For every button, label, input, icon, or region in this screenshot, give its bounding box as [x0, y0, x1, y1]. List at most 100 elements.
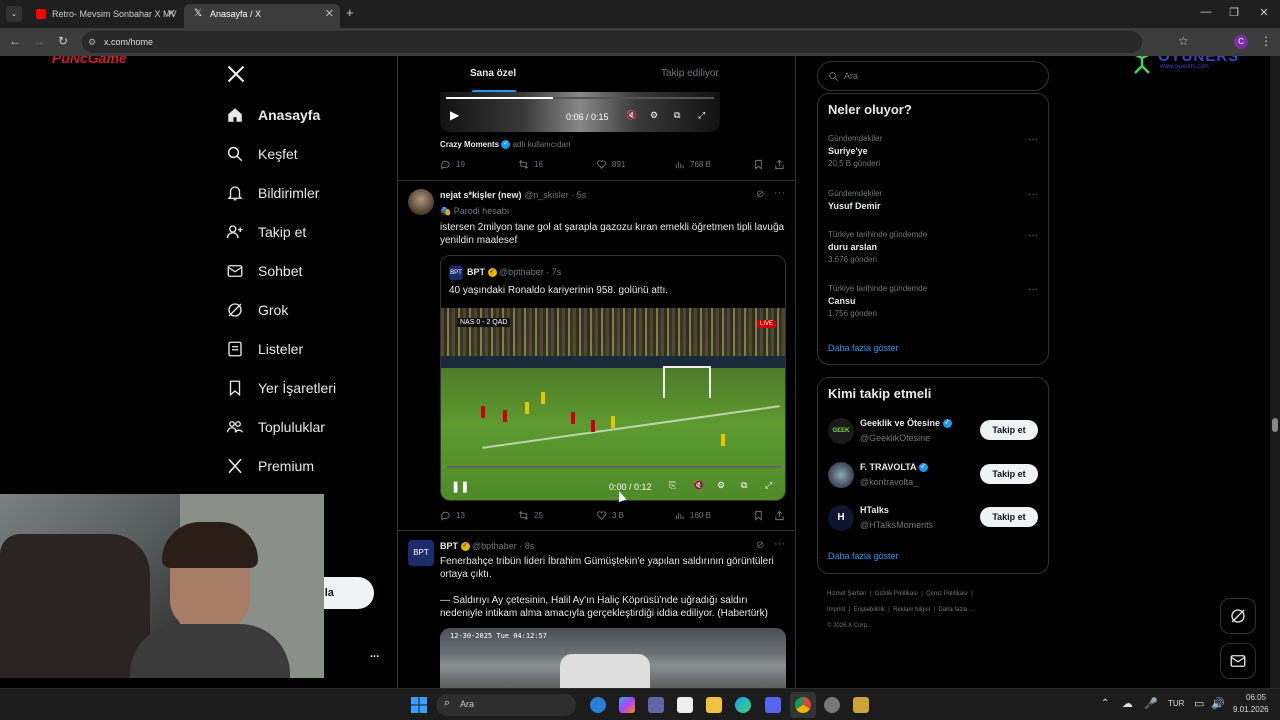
page-scrollbar[interactable] [1270, 56, 1280, 688]
new-tab-button[interactable]: + [346, 5, 354, 20]
close-icon[interactable]: ✕ [167, 4, 176, 24]
site-info-icon[interactable]: ⚙ [88, 31, 96, 53]
reply-button[interactable]: 19 [440, 159, 465, 170]
cctv-video[interactable]: 12-30-2025 Tue 04:12:57 [440, 628, 786, 688]
tweet-author-handle[interactable]: @bpthaber [472, 541, 517, 551]
sidebar-item-lists[interactable]: Listeler [226, 334, 303, 364]
tweet-time[interactable]: 5s [577, 190, 587, 200]
suggestion-name[interactable]: F. TRAVOLTA ✓ [860, 462, 928, 473]
footer-link[interactable]: Reklam bilgisi [893, 607, 930, 613]
footer-link[interactable]: Çerez Politikası [926, 591, 968, 597]
show-more-link[interactable]: Daha fazla göster [828, 343, 899, 353]
suggestion-name[interactable]: HTalks [860, 505, 889, 515]
scrollbar-thumb[interactable] [1272, 418, 1278, 432]
views-button[interactable]: 768 B [674, 159, 711, 170]
settings-icon[interactable]: ⚙ [717, 480, 725, 491]
fullscreen-icon[interactable]: ⤢ [698, 110, 705, 121]
settings-icon[interactable]: ⚙ [650, 110, 658, 121]
search-input[interactable]: Ara [817, 61, 1049, 91]
clock-date[interactable]: 9.01.2026 [1233, 705, 1269, 714]
show-more-link[interactable]: Daha fazla göster [828, 551, 899, 561]
restore-button[interactable]: ❐ [1224, 6, 1244, 19]
play-icon[interactable]: ▶ [450, 108, 459, 122]
language-indicator[interactable]: TUR [1168, 699, 1184, 708]
address-bar[interactable]: ⚙ x.com/home [82, 31, 1142, 53]
close-icon[interactable]: ✕ [325, 4, 334, 24]
views-button[interactable]: 160 B [674, 510, 711, 521]
messages-fab[interactable] [1220, 643, 1256, 679]
settings-icon[interactable] [824, 697, 840, 713]
more-icon[interactable]: ··· [1028, 230, 1038, 241]
volume-icon[interactable]: 🔊 [1211, 697, 1225, 710]
footer-link[interactable]: Imprint [827, 607, 845, 613]
x-logo-icon[interactable] [226, 64, 248, 86]
discord-icon[interactable] [765, 697, 781, 713]
start-button[interactable] [411, 697, 427, 713]
pip-icon[interactable]: ⧉ [674, 110, 680, 121]
more-icon[interactable]: ··· [1028, 134, 1038, 145]
sidebar-item-chat[interactable]: Sohbet [226, 256, 302, 286]
account-more-icon[interactable]: ... [370, 648, 379, 660]
reload-button[interactable]: ↻ [55, 34, 71, 48]
more-icon[interactable]: ··· [1028, 284, 1038, 295]
minimize-button[interactable]: — [1196, 6, 1216, 18]
top-video[interactable]: ▶ 0:06 / 0:15 🔇 ⚙ ⧉ ⤢ [440, 92, 720, 132]
profile-avatar[interactable]: C [1234, 35, 1248, 49]
footer-link[interactable]: Gizlilik Politikası [875, 591, 918, 597]
trend-item[interactable]: Türkiye tarihinde gündemde duru arslan 3… [828, 230, 1040, 264]
grok-fab[interactable] [1220, 598, 1256, 634]
edge-icon[interactable] [735, 697, 751, 713]
store-icon[interactable] [677, 697, 693, 713]
tray-chevron-icon[interactable]: ⌃ [1101, 698, 1109, 709]
bookmark-button[interactable] [753, 510, 769, 521]
footer-link[interactable]: Hizmet Şartları [827, 591, 867, 597]
pip-icon[interactable]: ⧉ [741, 480, 747, 491]
follow-button[interactable]: Takip et [980, 507, 1038, 527]
avatar[interactable]: BPT [408, 540, 434, 566]
tab-for-you[interactable]: Sana özel [470, 68, 516, 79]
chrome-taskbar-active[interactable] [790, 692, 816, 718]
bookmark-star-icon[interactable]: ☆ [1178, 34, 1189, 48]
avatar[interactable] [408, 189, 434, 215]
grok-icon[interactable]: ⊘ [756, 189, 764, 200]
share-button[interactable] [774, 159, 790, 170]
file-explorer-icon[interactable] [706, 697, 722, 713]
suggestion-avatar[interactable]: GEEK [828, 418, 854, 444]
close-window-button[interactable]: ✕ [1254, 6, 1274, 19]
grok-icon[interactable]: ⊘ [756, 540, 764, 551]
browser-tab-youtube[interactable]: Retro- Mevsim Sonbahar X MV ✕ [26, 4, 182, 28]
menu-icon[interactable]: ⋮ [1260, 34, 1272, 48]
sidebar-item-follow[interactable]: Takip et [226, 217, 306, 247]
mute-icon[interactable]: 🔇 [693, 480, 704, 491]
trend-item[interactable]: Türkiye tarihinde gündemde Cansu 1.756 g… [828, 284, 1040, 318]
follow-button[interactable]: Takip et [980, 464, 1038, 484]
suggestion-avatar[interactable]: H [828, 505, 854, 531]
back-button[interactable]: ← [7, 34, 23, 48]
tweet-author-handle[interactable]: @n_skisler [524, 190, 569, 200]
more-icon[interactable]: ··· [774, 538, 785, 550]
reply-button[interactable]: 13 [440, 510, 465, 521]
more-icon[interactable]: ··· [1028, 189, 1038, 200]
more-icon[interactable]: ··· [774, 187, 785, 199]
trend-item[interactable]: Gündemdekiler Yusuf Demir ··· [828, 189, 1040, 211]
video-progress-bar[interactable] [446, 97, 714, 99]
sidebar-item-notifications[interactable]: Bildirimler [226, 178, 319, 208]
tab-following[interactable]: Takip ediliyor [661, 68, 719, 79]
forward-button[interactable]: → [31, 34, 47, 48]
captions-icon[interactable]: ⎘ [669, 480, 676, 491]
footer-link[interactable]: Daha fazla ... [938, 607, 973, 613]
follow-button[interactable]: Takip et [980, 420, 1038, 440]
like-button[interactable]: 3 B [596, 510, 624, 521]
tweet-author-name[interactable]: nejat s*kişler (new) [440, 190, 522, 200]
sidebar-item-premium[interactable]: Premium [226, 451, 314, 481]
mute-icon[interactable]: 🔇 [626, 110, 637, 121]
sidebar-item-grok[interactable]: Grok [226, 295, 288, 325]
microphone-icon[interactable]: 🎤 [1144, 697, 1158, 710]
tab-search-icon[interactable]: ⌄ [6, 6, 22, 22]
quote-tweet[interactable]: BPT BPT ✓ @bpthaber · 7s 40 yaşındaki Ro… [440, 255, 786, 501]
suggestion-name[interactable]: Geeklik ve Ötesine ✓ [860, 418, 952, 429]
repost-button[interactable]: 25 [518, 510, 543, 521]
teams-icon[interactable] [648, 697, 664, 713]
network-icon[interactable]: ▭ [1194, 697, 1204, 710]
trend-item[interactable]: Gündemdekiler Suriye'ye 20,5 B gönderi ·… [828, 134, 1040, 168]
